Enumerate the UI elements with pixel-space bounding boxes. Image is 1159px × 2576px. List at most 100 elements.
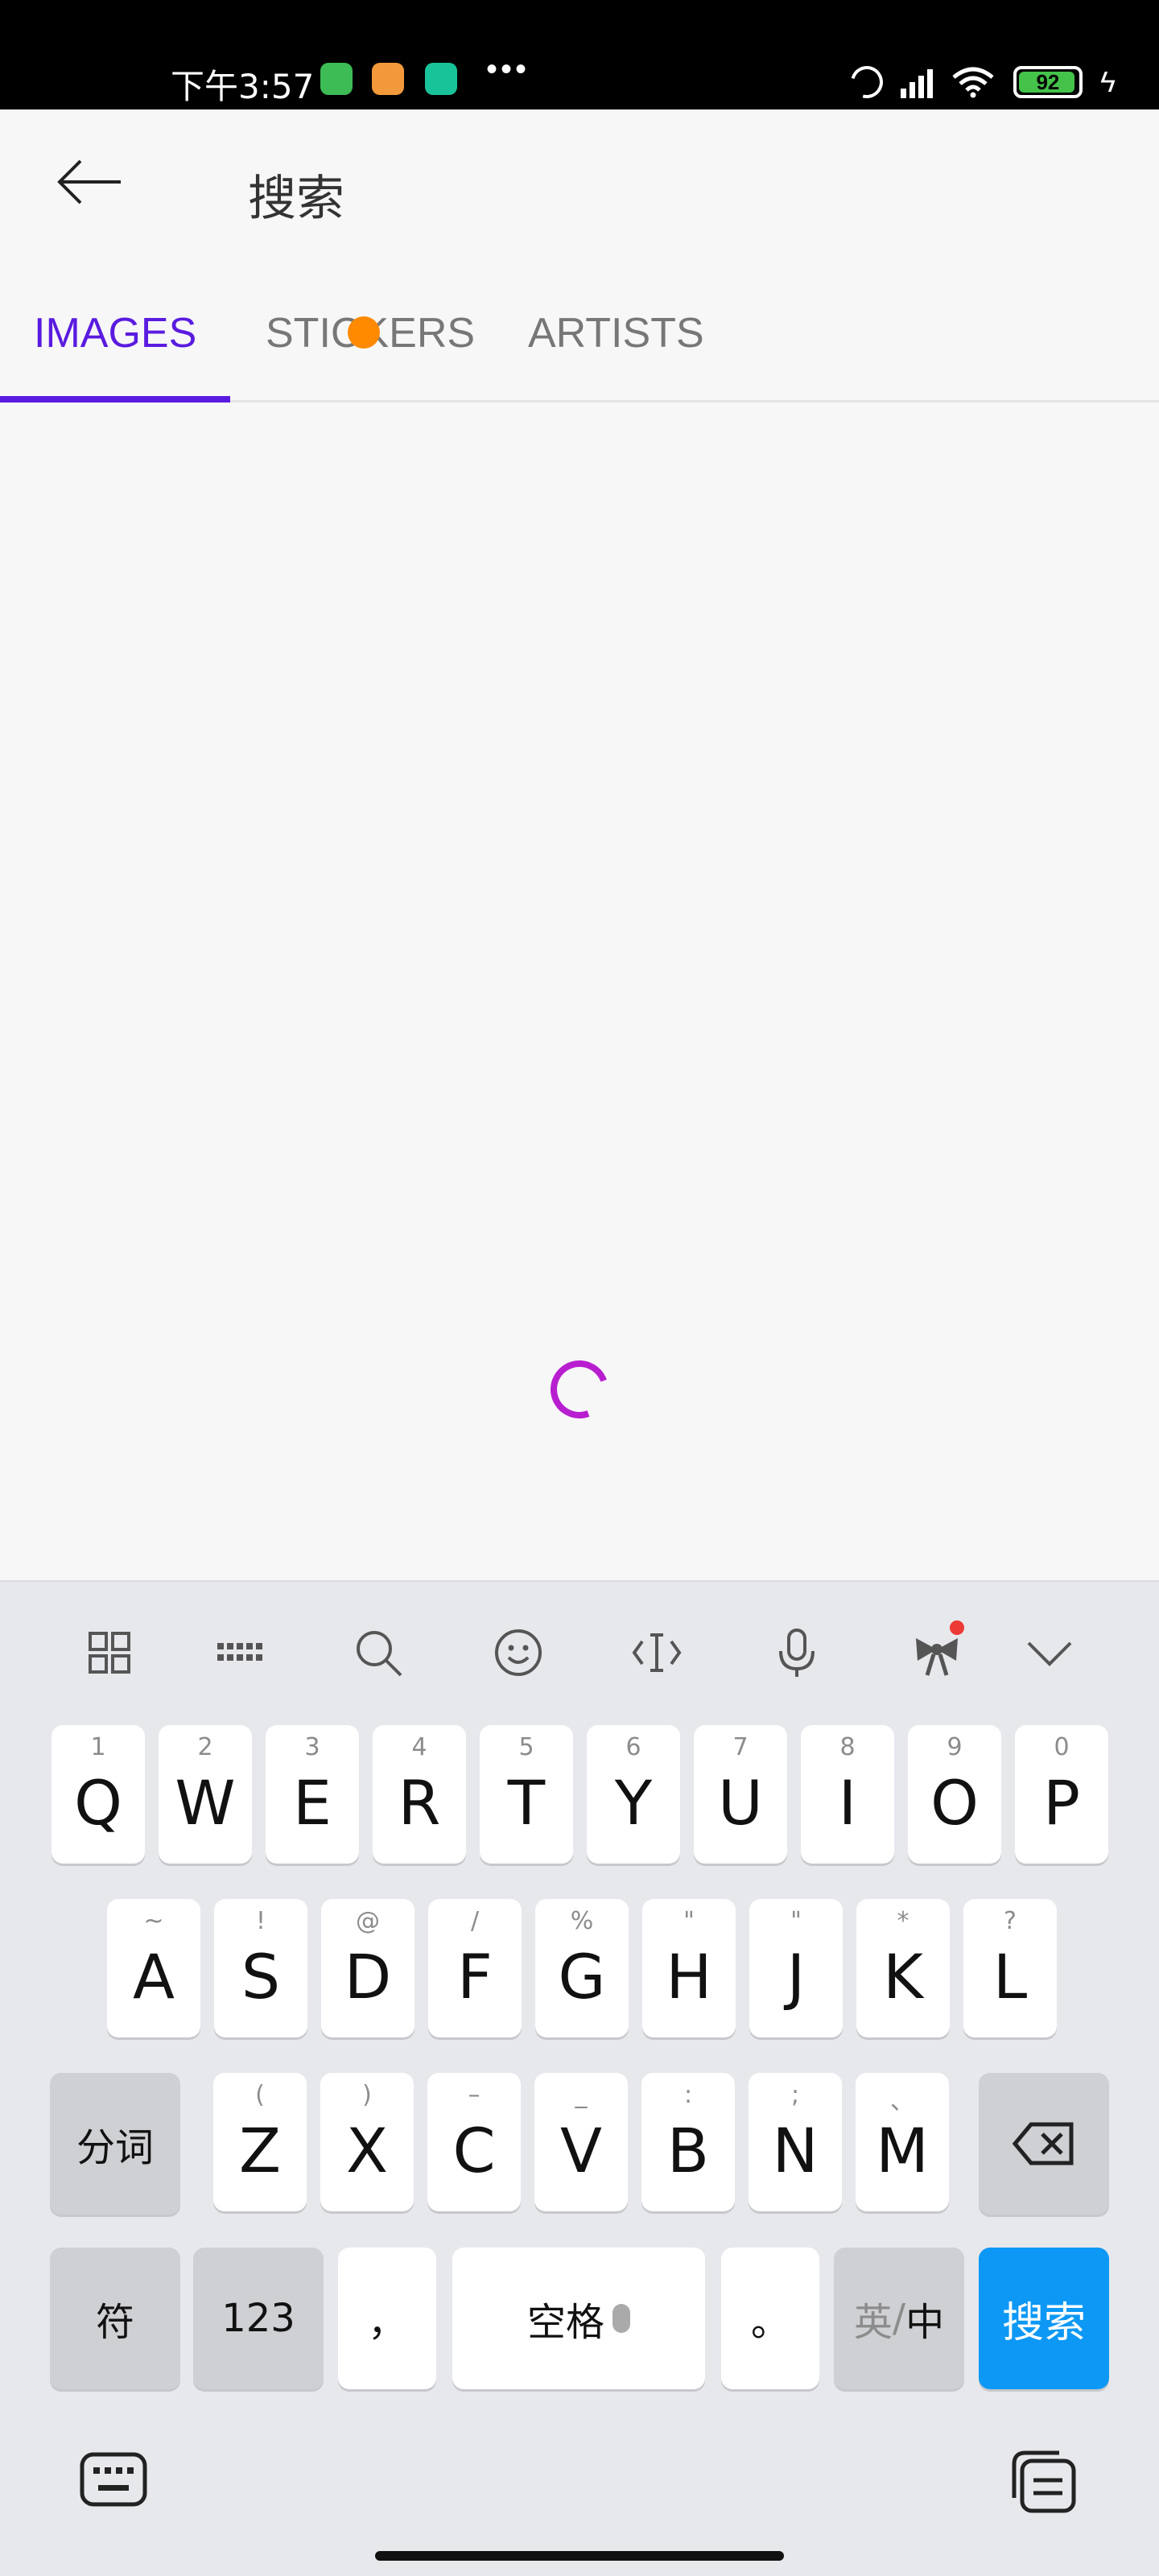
key-x[interactable]: ) X xyxy=(320,2073,414,2211)
moon-icon xyxy=(844,60,889,105)
keyboard-switch-icon[interactable] xyxy=(79,2451,148,2508)
symbols-key[interactable]: 符 xyxy=(50,2248,180,2389)
key-j[interactable]: " J xyxy=(749,1899,843,2037)
delete-key[interactable] xyxy=(979,2073,1109,2215)
more-icon: ••• xyxy=(486,52,530,87)
key-hint: / xyxy=(470,1907,480,1935)
key-hint: @ xyxy=(356,1907,380,1935)
key-label: Z xyxy=(238,2114,282,2186)
key-b[interactable]: :B xyxy=(641,2073,735,2211)
key-q[interactable]: 1Q xyxy=(52,1725,145,1864)
key-hint: _ xyxy=(575,2081,588,2109)
charging-icon: ϟ xyxy=(1099,65,1116,98)
chevron-down-icon[interactable] xyxy=(1024,1627,1075,1678)
clipboard-icon[interactable] xyxy=(1009,2450,1079,2514)
key-label: Q xyxy=(74,1766,122,1839)
key-hint: * xyxy=(897,1907,909,1935)
microphone-icon[interactable] xyxy=(771,1627,823,1678)
key-m[interactable]: 、 M xyxy=(856,2073,949,2211)
key-z[interactable]: (Z xyxy=(213,2073,307,2211)
period-key-label: 。 xyxy=(750,2300,790,2345)
status-bar: 下午3:57 ••• 92 ϟ xyxy=(0,0,1159,109)
keyboard-toolbar xyxy=(0,1582,1159,1719)
key-t[interactable]: 5T xyxy=(480,1725,573,1864)
battery-level: 92 xyxy=(1036,69,1060,94)
tab-images[interactable]: IMAGES xyxy=(34,309,196,357)
app-icon xyxy=(372,63,404,95)
key-label: F xyxy=(457,1940,493,2013)
emoji-icon[interactable] xyxy=(493,1627,544,1678)
key-hint: % xyxy=(570,1907,594,1935)
keyboard-icon[interactable] xyxy=(214,1627,266,1678)
key-r[interactable]: 4R xyxy=(373,1725,466,1864)
grid-icon[interactable] xyxy=(84,1627,135,1678)
signal-icon xyxy=(900,66,933,98)
key-label: S xyxy=(241,1940,281,2013)
status-indicators: 92 ϟ xyxy=(844,60,1116,105)
key-a[interactable]: ~ A xyxy=(107,1899,200,2037)
notification-dot xyxy=(950,1620,964,1635)
key-hint: ; xyxy=(790,2081,800,2109)
symbols-key-label: 符 xyxy=(95,2300,134,2345)
space-key[interactable]: 空格 xyxy=(452,2248,705,2389)
key-label: R xyxy=(398,1766,441,1839)
app-icon xyxy=(320,63,353,95)
key-hint: 2 xyxy=(197,1733,213,1761)
soft-keyboard: 1 Q 2 W 3 E 4 R 5 T 6 Y 7 U 8 I 9 O 0 P ~ A! S @ D / F% G " H " J * K? L 分词… xyxy=(0,1580,1159,2576)
key-label: H xyxy=(666,1940,712,2013)
back-button[interactable] xyxy=(52,158,129,206)
backspace-icon xyxy=(1012,2122,1074,2165)
key-hint: 5 xyxy=(518,1733,534,1761)
key-label: M xyxy=(876,2114,929,2186)
key-hint: ? xyxy=(1004,1907,1017,1935)
key-n[interactable]: ; N xyxy=(749,2073,842,2211)
period-key[interactable]: 。 xyxy=(721,2248,819,2389)
key-s[interactable]: ! S xyxy=(214,1899,307,2037)
key-hint: 0 xyxy=(1054,1733,1070,1761)
key-label: L xyxy=(992,1940,1028,2013)
key-y[interactable]: 6Y xyxy=(587,1725,680,1864)
key-h[interactable]: " H xyxy=(642,1899,736,2037)
key-p[interactable]: 0P xyxy=(1015,1725,1108,1864)
language-switch-key[interactable]: 英 / 中 xyxy=(834,2248,964,2389)
key-label: E xyxy=(292,1766,332,1839)
key-hint: : xyxy=(683,2081,693,2109)
language-label: / xyxy=(892,2296,906,2341)
key-hint: " xyxy=(790,1907,802,1935)
key-hint: 4 xyxy=(411,1733,427,1761)
segment-key-label: 分词 xyxy=(76,2125,154,2170)
key-label: N xyxy=(772,2114,819,2186)
key-label: G xyxy=(558,1940,606,2013)
key-c[interactable]: – C xyxy=(427,2073,521,2211)
home-indicator[interactable] xyxy=(375,2551,784,2561)
key-v[interactable]: _ V xyxy=(534,2073,628,2211)
numbers-key-label: 123 xyxy=(221,2296,295,2341)
search-icon[interactable] xyxy=(353,1627,404,1678)
tab-indicator xyxy=(0,396,230,402)
key-hint: 1 xyxy=(90,1733,106,1761)
segment-key[interactable]: 分词 xyxy=(50,2073,180,2215)
key-w[interactable]: 2W xyxy=(159,1725,252,1864)
search-key[interactable]: 搜索 xyxy=(979,2248,1109,2389)
search-key-label: 搜索 xyxy=(1001,2298,1086,2347)
key-f[interactable]: / F xyxy=(428,1899,522,2037)
key-o[interactable]: 9O xyxy=(908,1725,1001,1864)
key-label: K xyxy=(883,1940,923,2013)
bow-icon[interactable] xyxy=(911,1620,964,1678)
key-u[interactable]: 7U xyxy=(694,1725,787,1864)
key-d[interactable]: @ D xyxy=(321,1899,415,2037)
key-e[interactable]: 3E xyxy=(266,1725,359,1864)
tab-artists[interactable]: ARTISTS xyxy=(528,309,704,357)
key-hint: 、 xyxy=(890,2087,914,2116)
key-hint: 8 xyxy=(839,1733,856,1761)
app-bar: 搜索 xyxy=(0,109,1159,251)
key-hint: ! xyxy=(255,1907,266,1935)
key-i[interactable]: 8I xyxy=(801,1725,894,1864)
comma-key[interactable]: ， xyxy=(338,2248,436,2389)
numbers-key[interactable]: 123 xyxy=(193,2248,324,2389)
key-l[interactable]: ? L xyxy=(963,1899,1057,2037)
cursor-icon[interactable] xyxy=(631,1627,683,1678)
key-g[interactable]: % G xyxy=(535,1899,629,2037)
key-label: B xyxy=(666,2114,710,2186)
key-k[interactable]: * K xyxy=(856,1899,950,2037)
